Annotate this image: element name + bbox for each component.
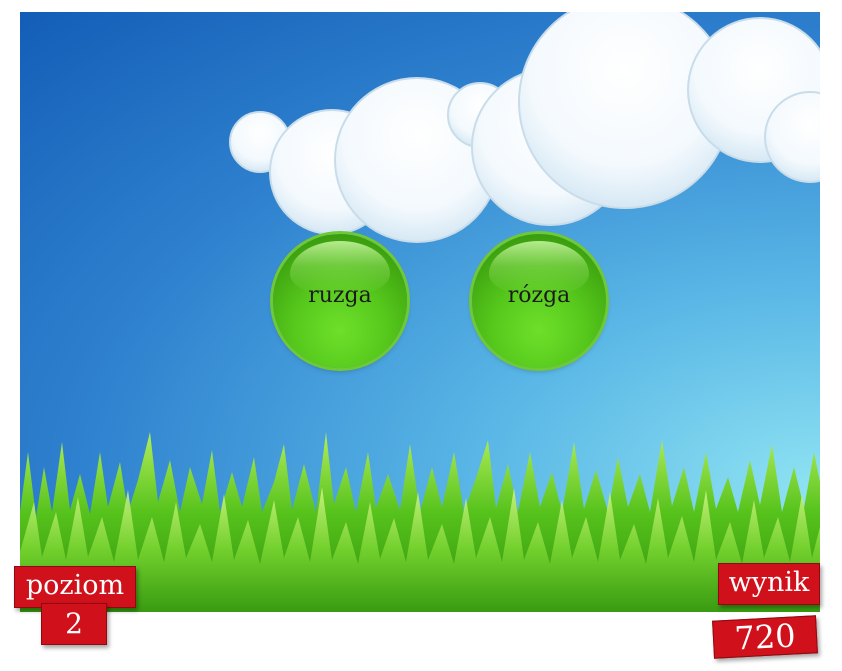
level-label: poziom — [14, 566, 136, 608]
score-value: 720 — [712, 615, 818, 659]
level-value: 2 — [41, 603, 107, 645]
answer-button-1[interactable]: ruzga — [273, 234, 407, 368]
game-stage: ruzga rózga — [20, 12, 820, 612]
answer-label-2: rózga — [507, 283, 571, 308]
answer-button-2[interactable]: rózga — [472, 234, 606, 368]
grass-field — [20, 432, 820, 612]
answer-label-1: ruzga — [308, 283, 372, 308]
score-label: wynik — [718, 563, 820, 605]
